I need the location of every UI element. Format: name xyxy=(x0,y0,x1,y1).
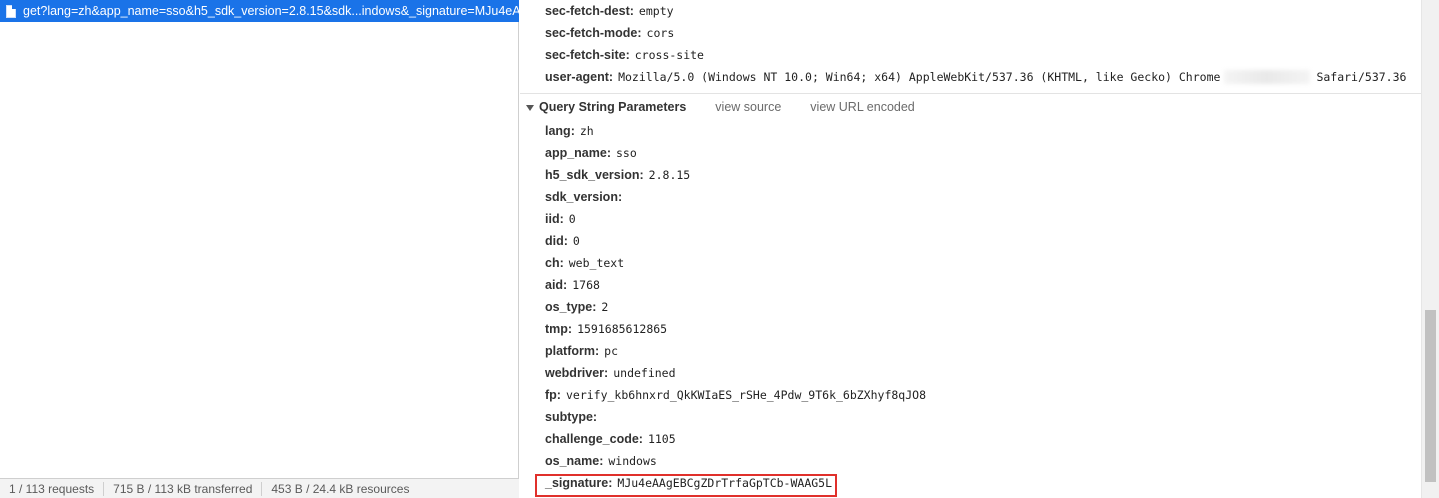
param-row: os_name: windows xyxy=(545,450,657,472)
redacted-blur xyxy=(1224,70,1311,84)
header-value-part1: Mozilla/5.0 (Windows NT 10.0; Win64; x64… xyxy=(618,70,1221,84)
param-key: h5_sdk_version: xyxy=(545,168,644,182)
param-row: challenge_code: 1105 xyxy=(545,428,676,450)
param-row: h5_sdk_version: 2.8.15 xyxy=(545,164,690,186)
status-transferred: 715 B / 113 kB transferred xyxy=(104,481,263,496)
header-row: sec-fetch-site: cross-site xyxy=(545,44,704,66)
param-row: ch: web_text xyxy=(545,252,624,274)
param-value: web_text xyxy=(568,256,625,270)
param-key: fp: xyxy=(545,388,561,402)
param-value: 2 xyxy=(601,300,609,314)
param-row: os_type: 2 xyxy=(545,296,608,318)
param-key: challenge_code: xyxy=(545,432,643,446)
devtools-network-panel: get?lang=zh&app_name=sso&h5_sdk_version=… xyxy=(0,0,1439,498)
param-value: 0 xyxy=(568,212,576,226)
param-key: iid: xyxy=(545,212,564,226)
param-key: lang: xyxy=(545,124,575,138)
header-row: sec-fetch-mode: cors xyxy=(545,22,674,44)
param-value: 2.8.15 xyxy=(648,168,691,182)
document-icon xyxy=(6,4,16,18)
param-key: subtype: xyxy=(545,410,598,424)
scrollbar-thumb[interactable] xyxy=(1425,310,1436,482)
param-row: lang: zh xyxy=(545,120,594,142)
param-row: fp: verify_kb6hnxrd_QkKWIaES_rSHe_4Pdw_9T… xyxy=(545,384,926,406)
param-value: 1591685612865 xyxy=(577,322,668,336)
request-row-selected[interactable]: get?lang=zh&app_name=sso&h5_sdk_version=… xyxy=(0,0,519,22)
headers-detail-panel: sec-fetch-dest: empty sec-fetch-mode: co… xyxy=(520,0,1421,498)
request-list-panel: get?lang=zh&app_name=sso&h5_sdk_version=… xyxy=(0,0,519,498)
status-resources: 453 B / 24.4 kB resources xyxy=(271,481,410,496)
header-value-part2: Safari/537.36 xyxy=(1316,70,1407,84)
param-row: webdriver: undefined xyxy=(545,362,676,384)
header-key: user-agent: xyxy=(545,70,614,84)
param-value: windows xyxy=(608,454,657,468)
param-row: app_name: sso xyxy=(545,142,637,164)
param-key: webdriver: xyxy=(545,366,609,380)
param-value: verify_kb6hnxrd_QkKWIaES_rSHe_4Pdw_9T6k_… xyxy=(565,388,926,402)
param-key: app_name: xyxy=(545,146,611,160)
param-key: tmp: xyxy=(545,322,573,336)
param-row: did: 0 xyxy=(545,230,580,252)
section-divider xyxy=(520,93,1421,94)
header-key: sec-fetch-site: xyxy=(545,48,630,62)
header-value: cross-site xyxy=(634,48,704,62)
signature-highlight-box xyxy=(535,474,837,497)
header-value: cors xyxy=(646,26,675,40)
param-value: pc xyxy=(604,344,619,358)
triangle-down-icon[interactable] xyxy=(526,104,534,111)
view-source-link[interactable]: view source xyxy=(715,100,781,114)
param-key: ch: xyxy=(545,256,564,270)
param-row: aid: 1768 xyxy=(545,274,600,296)
status-requests: 1 / 113 requests xyxy=(0,481,105,496)
param-row: iid: 0 xyxy=(545,208,576,230)
param-key: aid: xyxy=(545,278,568,292)
param-row: tmp: 1591685612865 xyxy=(545,318,667,340)
param-key: os_type: xyxy=(545,300,597,314)
param-value: 1105 xyxy=(647,432,676,446)
query-section-header[interactable]: Query String Parameters view source view… xyxy=(526,96,915,118)
param-key: os_name: xyxy=(545,454,604,468)
param-key: sdk_version: xyxy=(545,190,623,204)
param-key: platform: xyxy=(545,344,600,358)
network-status-bar: 1 / 113 requests 715 B / 113 kB transfer… xyxy=(0,478,519,498)
param-row: platform: pc xyxy=(545,340,618,362)
header-row: sec-fetch-dest: empty xyxy=(545,0,674,22)
request-name: get?lang=zh&app_name=sso&h5_sdk_version=… xyxy=(23,4,519,18)
header-value: empty xyxy=(638,4,674,18)
vertical-scrollbar[interactable] xyxy=(1421,0,1439,498)
param-row: subtype: xyxy=(545,406,602,428)
header-key: sec-fetch-dest: xyxy=(545,4,634,18)
header-row-user-agent: user-agent: Mozilla/5.0 (Windows NT 10.0… xyxy=(545,66,1406,88)
param-row: sdk_version: xyxy=(545,186,627,208)
header-key: sec-fetch-mode: xyxy=(545,26,642,40)
param-value: sso xyxy=(616,146,637,160)
param-value: zh xyxy=(579,124,594,138)
param-value: undefined xyxy=(613,366,676,380)
param-key: did: xyxy=(545,234,568,248)
param-value: 0 xyxy=(572,234,580,248)
param-value: 1768 xyxy=(572,278,600,292)
section-title[interactable]: Query String Parameters xyxy=(539,100,686,114)
view-url-encoded-link[interactable]: view URL encoded xyxy=(810,100,914,114)
